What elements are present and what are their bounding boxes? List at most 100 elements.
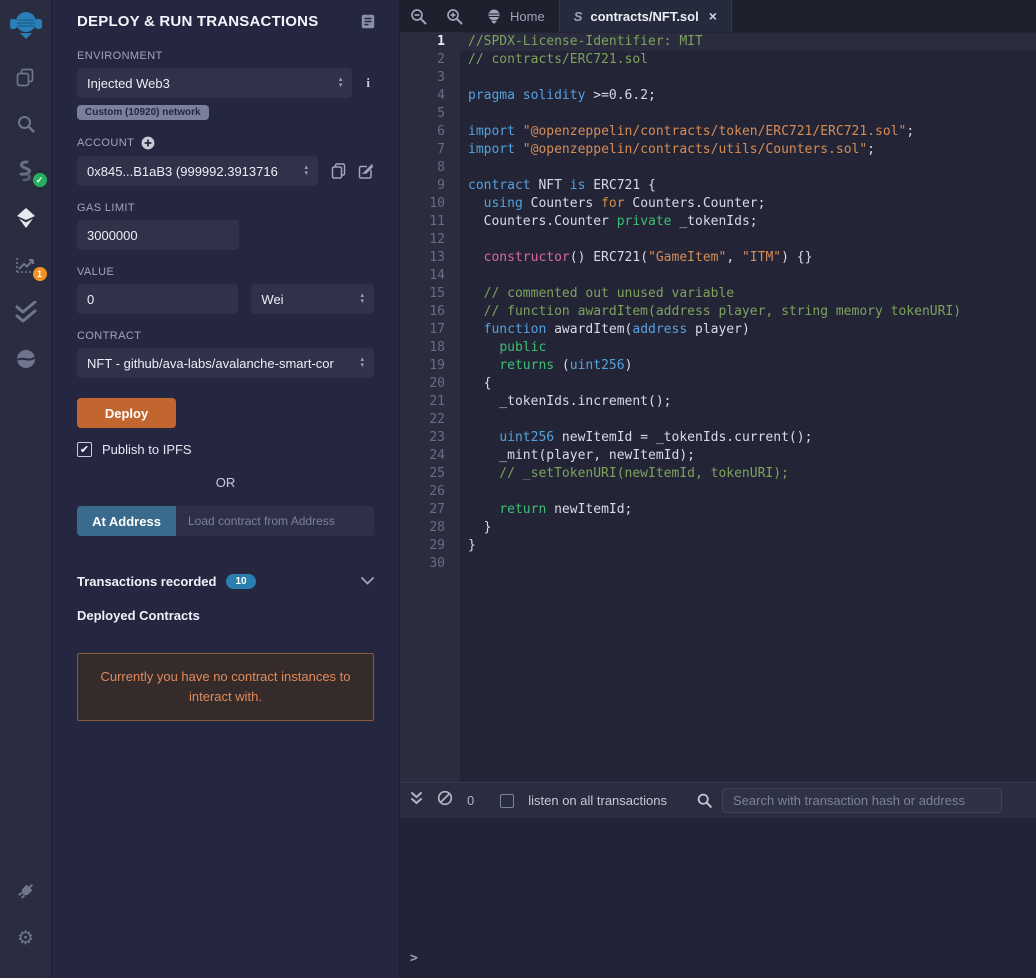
line-number: 14 xyxy=(400,267,460,285)
publish-ipfs-checkbox[interactable]: ✔ xyxy=(77,442,92,457)
listen-all-label[interactable]: listen on all transactions xyxy=(528,793,667,808)
deploy-run-panel: DEPLOY & RUN TRANSACTIONS ENVIRONMENT In… xyxy=(52,0,400,978)
publish-ipfs-label[interactable]: Publish to IPFS xyxy=(102,442,192,457)
value-unit-select[interactable]: Wei ▴▾ xyxy=(251,284,374,314)
plugin-manager-button[interactable] xyxy=(8,874,44,908)
line-number: 21 xyxy=(400,393,460,411)
icon-rail: ✓ 1 xyxy=(0,0,52,978)
at-address-input[interactable]: Load contract from Address xyxy=(176,506,374,536)
line-number: 27 xyxy=(400,501,460,519)
panel-doc-icon[interactable] xyxy=(361,14,375,29)
code-line: 15 // commented out unused variable xyxy=(400,285,1036,303)
close-tab-icon[interactable]: × xyxy=(709,8,717,24)
copy-account-icon[interactable] xyxy=(331,163,346,179)
code-line: 28 } xyxy=(400,519,1036,537)
code-line: 12 xyxy=(400,231,1036,249)
code-line: 9contract NFT is ERC721 { xyxy=(400,177,1036,195)
gas-limit-input[interactable]: 3000000 xyxy=(77,220,239,250)
transactions-recorded-row[interactable]: Transactions recorded 10 xyxy=(77,572,374,590)
edit-account-icon[interactable] xyxy=(358,163,374,179)
chevron-down-icon[interactable] xyxy=(361,572,374,590)
line-number: 3 xyxy=(400,69,460,87)
sphere-plugin-button[interactable] xyxy=(8,342,44,376)
zoom-out-button[interactable] xyxy=(400,0,436,32)
line-number: 9 xyxy=(400,177,460,195)
unit-testing-button[interactable] xyxy=(8,295,44,329)
listen-all-checkbox[interactable] xyxy=(500,794,514,808)
panel-title: DEPLOY & RUN TRANSACTIONS xyxy=(77,13,318,30)
contract-select[interactable]: NFT - github/ava-labs/avalanche-smart-co… xyxy=(77,348,374,378)
panel-header: DEPLOY & RUN TRANSACTIONS xyxy=(52,0,399,36)
code-line: 11 Counters.Counter private _tokenIds; xyxy=(400,213,1036,231)
code-line: 13 constructor() ERC721("GameItem", "ITM… xyxy=(400,249,1036,267)
environment-select[interactable]: Injected Web3 ▴▾ xyxy=(77,68,352,98)
code-line: 3 xyxy=(400,69,1036,87)
remix-logo[interactable] xyxy=(8,8,44,42)
search-icon xyxy=(16,114,36,134)
settings-button[interactable]: ⚙ xyxy=(8,921,44,955)
value-group: VALUE 0 Wei ▴▾ xyxy=(77,266,374,314)
code-line: 20 { xyxy=(400,375,1036,393)
tab-contracts-nft-sol[interactable]: S contracts/NFT.sol × xyxy=(559,0,732,32)
tab-bar: Home S contracts/NFT.sol × xyxy=(400,0,1036,32)
search-button[interactable] xyxy=(8,107,44,141)
zoom-in-button[interactable] xyxy=(436,0,472,32)
file-explorer-button[interactable] xyxy=(8,60,44,94)
line-number: 30 xyxy=(400,555,460,573)
code-line: 14 xyxy=(400,267,1036,285)
select-arrows-icon: ▴▾ xyxy=(360,293,364,305)
terminal-prompt: > xyxy=(410,951,418,966)
terminal-search-icon xyxy=(697,793,712,808)
gas-limit-label: GAS LIMIT xyxy=(77,202,374,214)
deployed-contracts-label: Deployed Contracts xyxy=(77,608,374,623)
value-input[interactable]: 0 xyxy=(77,284,238,314)
line-number: 10 xyxy=(400,195,460,213)
clear-terminal-icon[interactable] xyxy=(437,790,453,811)
code-editor[interactable]: 1//SPDX-License-Identifier: MIT2// contr… xyxy=(400,32,1036,782)
line-number: 13 xyxy=(400,249,460,267)
code-lines: 1//SPDX-License-Identifier: MIT2// contr… xyxy=(400,32,1036,573)
terminal-output[interactable]: > xyxy=(400,818,1036,978)
line-number: 5 xyxy=(400,105,460,123)
account-select[interactable]: 0x845...B1aB3 (999992.3913716 ▴▾ xyxy=(77,156,318,186)
plug-icon xyxy=(15,880,37,902)
line-number: 17 xyxy=(400,321,460,339)
pending-tx-count: 0 xyxy=(467,793,474,808)
solidity-file-icon: S xyxy=(574,9,583,24)
no-instances-warning: Currently you have no contract instances… xyxy=(77,653,374,721)
code-line: 10 using Counters for Counters.Counter; xyxy=(400,195,1036,213)
code-line: 22 xyxy=(400,411,1036,429)
code-line: 26 xyxy=(400,483,1036,501)
code-line: 25 // _setTokenURI(newItemId, tokenURI); xyxy=(400,465,1036,483)
line-number: 24 xyxy=(400,447,460,465)
line-number: 28 xyxy=(400,519,460,537)
code-line: 16 // function awardItem(address player,… xyxy=(400,303,1036,321)
line-number: 7 xyxy=(400,141,460,159)
line-number: 25 xyxy=(400,465,460,483)
environment-info-icon[interactable]: i xyxy=(362,75,374,91)
deploy-button[interactable]: Deploy xyxy=(77,398,176,428)
terminal-toolbar: 0 listen on all transactions xyxy=(400,782,1036,818)
line-number: 22 xyxy=(400,411,460,429)
tab-home[interactable]: Home xyxy=(472,0,559,32)
analytics-button[interactable]: 1 xyxy=(8,248,44,282)
line-number: 16 xyxy=(400,303,460,321)
value-label: VALUE xyxy=(77,266,374,278)
line-number: 11 xyxy=(400,213,460,231)
remix-logo-icon xyxy=(9,8,43,42)
gear-icon: ⚙ xyxy=(17,929,34,948)
remix-ide-window: ✓ 1 xyxy=(0,0,1036,978)
deploy-and-run-button[interactable] xyxy=(8,201,44,235)
line-number: 29 xyxy=(400,537,460,555)
contract-group: CONTRACT NFT - github/ava-labs/avalanche… xyxy=(77,330,374,378)
panel-body: ENVIRONMENT Injected Web3 ▴▾ i Custom (1… xyxy=(52,36,399,721)
terminal-search-input[interactable] xyxy=(722,788,1002,813)
at-address-button[interactable]: At Address xyxy=(77,506,176,536)
account-label: ACCOUNT xyxy=(77,136,374,150)
add-account-icon[interactable] xyxy=(141,136,155,150)
deploy-and-run-icon xyxy=(15,207,37,229)
collapse-terminal-icon[interactable] xyxy=(410,791,423,810)
account-group: ACCOUNT 0x845...B1aB3 (999992.3913716 ▴▾ xyxy=(77,136,374,186)
code-line: 1//SPDX-License-Identifier: MIT xyxy=(400,33,1036,51)
solidity-compiler-button[interactable]: ✓ xyxy=(8,154,44,188)
